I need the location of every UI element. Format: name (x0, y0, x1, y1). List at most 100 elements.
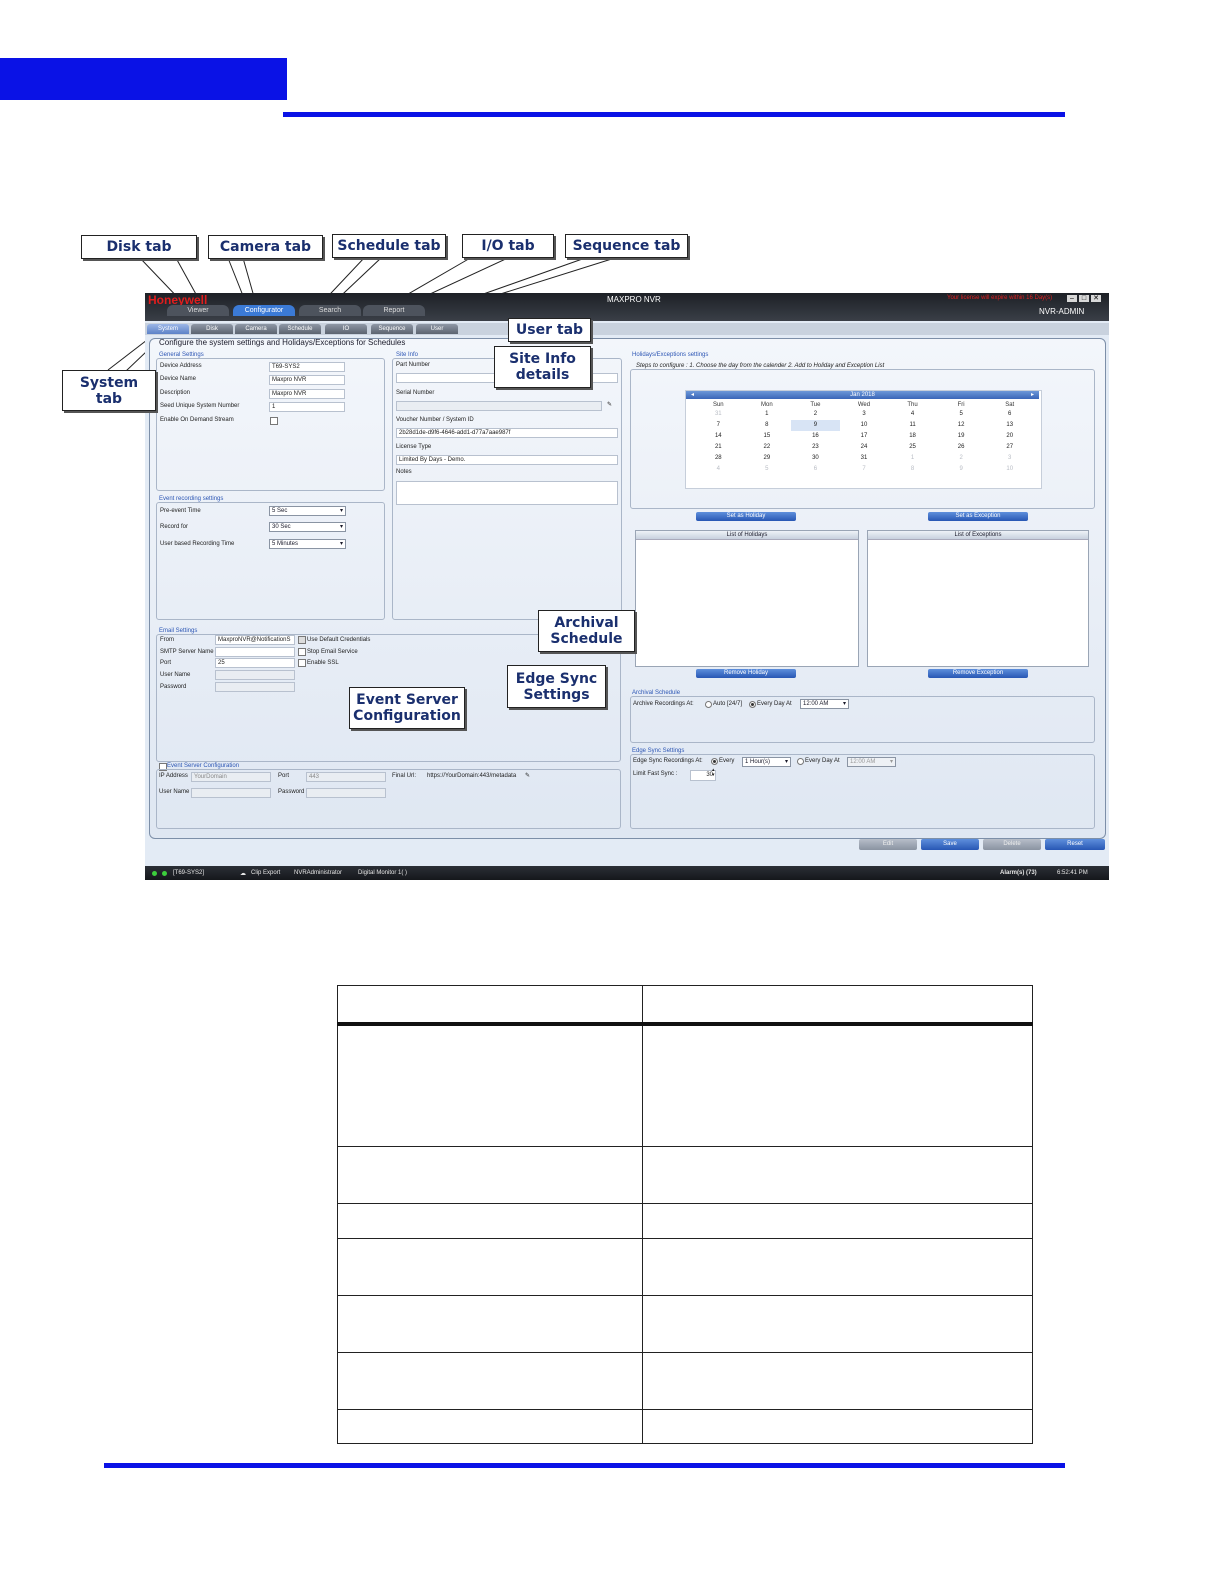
edge-every-select[interactable]: 1 Hour(s) (742, 757, 791, 767)
reset-button[interactable]: Reset (1045, 839, 1105, 850)
stop-email-checkbox[interactable] (298, 648, 306, 656)
calendar-day[interactable]: 5 (743, 464, 792, 475)
calendar-day[interactable]: 13 (985, 420, 1034, 431)
remove-exception-button[interactable]: Remove Exception (928, 669, 1028, 678)
edit-button[interactable]: Edit (859, 839, 917, 850)
calendar-day[interactable]: 30 (791, 453, 840, 464)
on-demand-checkbox[interactable] (270, 417, 278, 425)
exceptions-list[interactable]: List of Exceptions (867, 530, 1089, 667)
calendar-day[interactable]: 27 (985, 442, 1034, 453)
edge-everyday-select[interactable]: 12:00 AM (847, 757, 896, 767)
email-username-input[interactable] (215, 670, 295, 680)
calendar-day[interactable]: 9 (791, 420, 840, 431)
archive-auto-radio[interactable] (705, 701, 712, 708)
calendar-day[interactable]: 6 (985, 409, 1034, 420)
archive-everyday-radio[interactable] (749, 701, 756, 708)
calendar-day[interactable]: 1 (888, 453, 937, 464)
tab-io[interactable]: IO (325, 324, 367, 334)
email-password-input[interactable] (215, 682, 295, 692)
tab-search[interactable]: Search (299, 305, 361, 316)
calendar-day[interactable]: 24 (840, 442, 889, 453)
calendar-day[interactable]: 2 (937, 453, 986, 464)
calendar-day[interactable]: 1 (743, 409, 792, 420)
calendar-day[interactable]: 4 (694, 464, 743, 475)
es-username-input[interactable] (191, 788, 271, 798)
tab-viewer[interactable]: Viewer (167, 305, 229, 316)
calendar-day[interactable]: 20 (985, 431, 1034, 442)
calendar-day[interactable]: 18 (888, 431, 937, 442)
user-name[interactable]: NVR-ADMIN (1039, 307, 1084, 316)
maximize-icon[interactable]: □ (1079, 295, 1089, 302)
calendar-day[interactable]: 15 (743, 431, 792, 442)
delete-button[interactable]: Delete (983, 839, 1041, 850)
port-input[interactable]: 25 (215, 658, 295, 668)
calendar-day[interactable]: 11 (888, 420, 937, 431)
tab-configurator[interactable]: Configurator (233, 305, 295, 316)
ip-address-input[interactable]: YourDomain (191, 772, 271, 782)
calendar-day[interactable]: 6 (791, 464, 840, 475)
prev-month-icon[interactable]: ◂ (691, 391, 694, 399)
archive-time-select[interactable]: 12:00 AM (800, 699, 849, 709)
calendar-day[interactable]: 28 (694, 453, 743, 464)
remove-holiday-button[interactable]: Remove Holiday (696, 669, 796, 678)
user-based-select[interactable]: 5 Minutes (269, 539, 346, 549)
from-input[interactable]: MaxproNVR@NotificationS (215, 635, 295, 645)
edit-serial-icon[interactable]: ✎ (607, 401, 612, 408)
calendar-day[interactable]: 29 (743, 453, 792, 464)
calendar-day[interactable]: 22 (743, 442, 792, 453)
tab-sequence[interactable]: Sequence (371, 324, 413, 334)
calendar-day[interactable]: 2 (791, 409, 840, 420)
tab-user[interactable]: User (416, 324, 458, 334)
close-icon[interactable]: ✕ (1091, 295, 1101, 302)
calendar-day[interactable]: 23 (791, 442, 840, 453)
tab-schedule[interactable]: Schedule (279, 324, 321, 334)
set-holiday-button[interactable]: Set as Holiday (696, 512, 796, 521)
device-name-input[interactable]: Maxpro NVR (269, 375, 345, 385)
calendar-day[interactable]: 25 (888, 442, 937, 453)
edge-everyday-radio[interactable] (797, 758, 804, 765)
next-month-icon[interactable]: ▸ (1031, 391, 1034, 399)
calendar-day[interactable]: 31 (694, 409, 743, 420)
default-credentials-checkbox[interactable] (298, 636, 306, 644)
calendar-day[interactable]: 9 (937, 464, 986, 475)
calendar-day[interactable]: 16 (791, 431, 840, 442)
calendar-day[interactable]: 10 (985, 464, 1034, 475)
edit-url-icon[interactable]: ✎ (525, 772, 530, 779)
calendar-day[interactable]: 7 (840, 464, 889, 475)
calendar-day[interactable]: 3 (985, 453, 1034, 464)
calendar-day[interactable]: 31 (840, 453, 889, 464)
clip-export[interactable]: Clip Export (251, 870, 280, 876)
pre-event-select[interactable]: 5 Sec (269, 506, 346, 516)
tab-disk[interactable]: Disk (191, 324, 233, 334)
holidays-list[interactable]: List of Holidays (635, 530, 859, 667)
device-address-input[interactable]: T69-SYS2 (269, 362, 345, 372)
calendar-day[interactable]: 8 (743, 420, 792, 431)
save-button[interactable]: Save (921, 839, 979, 850)
voucher-input[interactable]: 2b28d1de-d9f6-4646-add1-d77a7aae987f (396, 428, 618, 438)
seed-input[interactable]: 1 (269, 402, 345, 412)
calendar-day[interactable]: 21 (694, 442, 743, 453)
calendar-day[interactable]: 17 (840, 431, 889, 442)
edge-every-radio[interactable] (711, 758, 718, 765)
notes-textarea[interactable] (396, 481, 618, 505)
calendar-day[interactable]: 7 (694, 420, 743, 431)
calendar-day[interactable]: 19 (937, 431, 986, 442)
tab-system[interactable]: System (147, 324, 189, 334)
es-password-input[interactable] (306, 788, 386, 798)
tab-camera[interactable]: Camera (235, 324, 277, 334)
stepper-icon[interactable]: ▴ ▾ (712, 768, 715, 778)
calendar-day[interactable]: 4 (888, 409, 937, 420)
clip-export-icon[interactable]: ☁ (240, 870, 246, 877)
calendar-day[interactable]: 10 (840, 420, 889, 431)
set-exception-button[interactable]: Set as Exception (928, 512, 1028, 521)
minimize-icon[interactable]: – (1067, 295, 1077, 302)
record-for-select[interactable]: 30 Sec (269, 522, 346, 532)
calendar-day[interactable]: 3 (840, 409, 889, 420)
calendar-day[interactable]: 14 (694, 431, 743, 442)
status-alarms[interactable]: Alarm(s) (73) (1000, 870, 1037, 876)
calendar-day[interactable]: 5 (937, 409, 986, 420)
description-input[interactable]: Maxpro NVR (269, 389, 345, 399)
enable-ssl-checkbox[interactable] (298, 659, 306, 667)
tab-report[interactable]: Report (363, 305, 425, 316)
smtp-input[interactable] (215, 647, 295, 657)
